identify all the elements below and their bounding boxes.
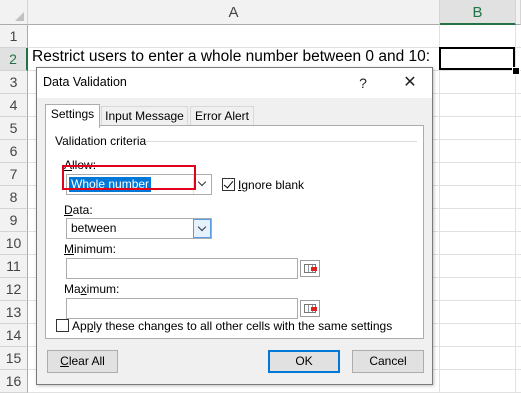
chevron-down-icon: [197, 177, 207, 187]
dialog-title: Data Validation: [43, 75, 127, 89]
row-header[interactable]: 15: [0, 347, 28, 370]
ignore-blank-label[interactable]: Ignore blank: [238, 178, 304, 192]
row-header[interactable]: 6: [0, 140, 28, 163]
apply-to-all-checkbox[interactable]: [56, 319, 69, 332]
apply-to-all-label[interactable]: Apply these changes to all other cells w…: [72, 319, 392, 333]
data-dropdown[interactable]: between: [66, 218, 212, 239]
row-header[interactable]: 12: [0, 278, 28, 301]
row-header[interactable]: 16: [0, 370, 28, 393]
ok-button[interactable]: OK: [268, 350, 340, 373]
maximum-label: Maximum:: [64, 282, 120, 296]
help-button[interactable]: ?: [353, 73, 373, 93]
row-header[interactable]: 7: [0, 163, 28, 186]
row-header[interactable]: 14: [0, 324, 28, 347]
legend-divider: [145, 141, 417, 142]
column-header-b[interactable]: B: [440, 0, 516, 25]
column-header-a[interactable]: A: [28, 0, 440, 25]
row-header[interactable]: 9: [0, 209, 28, 232]
fill-handle[interactable]: [512, 67, 520, 75]
tab-settings[interactable]: Settings: [45, 104, 100, 128]
settings-panel: Validation criteria Allow: Whole number …: [45, 125, 424, 339]
data-selected-value: between: [71, 221, 117, 235]
active-cell-b2[interactable]: [439, 47, 515, 70]
cancel-button[interactable]: Cancel: [352, 350, 424, 373]
annotation-highlight-box: [62, 165, 196, 190]
minimum-range-selector[interactable]: [300, 260, 320, 277]
data-validation-dialog: Data Validation ? ✕ Settings Input Messa…: [36, 67, 433, 385]
cell-a2[interactable]: Restrict users to enter a whole number b…: [32, 48, 430, 66]
row-header[interactable]: 2: [0, 48, 28, 71]
row-header[interactable]: 8: [0, 186, 28, 209]
row-header[interactable]: 3: [0, 71, 28, 94]
dialog-titlebar[interactable]: Data Validation ? ✕: [37, 68, 432, 98]
ignore-blank-checkbox[interactable]: [222, 178, 235, 191]
row-header[interactable]: 13: [0, 301, 28, 324]
select-all-corner[interactable]: [0, 0, 28, 25]
row-header[interactable]: 5: [0, 117, 28, 140]
minimum-input[interactable]: [66, 258, 298, 279]
tab-error-alert[interactable]: Error Alert: [190, 106, 254, 126]
maximum-range-selector[interactable]: [300, 300, 320, 317]
row-header[interactable]: 10: [0, 232, 28, 255]
close-button[interactable]: ✕: [399, 73, 421, 93]
data-dropdown-button[interactable]: [193, 219, 211, 238]
row-header[interactable]: 4: [0, 94, 28, 117]
minimum-label: Minimum:: [64, 242, 117, 256]
validation-criteria-legend: Validation criteria: [55, 134, 147, 148]
tab-input-message[interactable]: Input Message: [101, 106, 188, 126]
gridline: [515, 25, 516, 392]
data-label: Data:: [64, 203, 93, 217]
row-header[interactable]: 11: [0, 255, 28, 278]
clear-all-button[interactable]: Clear All: [47, 350, 118, 373]
gridline: [439, 25, 440, 392]
chevron-down-icon: [197, 222, 207, 232]
column-header-c[interactable]: [516, 0, 521, 25]
checkmark-icon: [223, 178, 234, 189]
row-header[interactable]: 1: [0, 25, 28, 48]
maximum-input[interactable]: [66, 298, 298, 319]
